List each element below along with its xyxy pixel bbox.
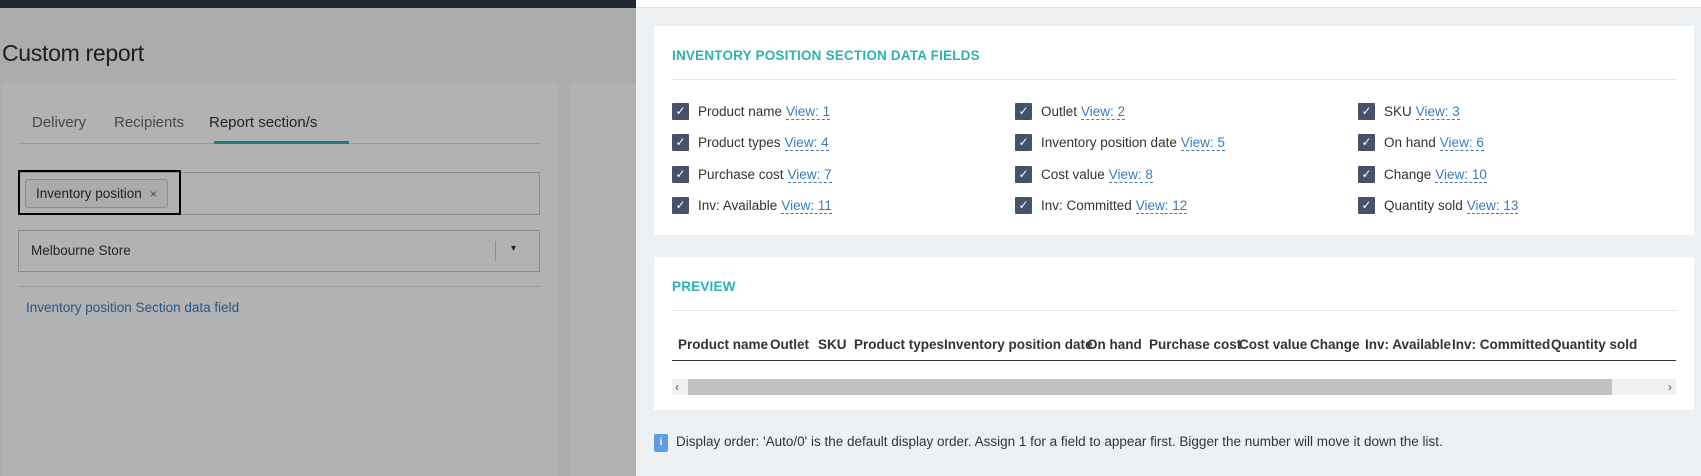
preview-column-header: Outlet: [770, 337, 809, 352]
data-field-label-wrap: Change View: 10: [1384, 167, 1487, 183]
data-fields-card: INVENTORY POSITION SECTION DATA FIELDS ✓…: [654, 26, 1694, 235]
preview-column-header: Inventory position date: [944, 337, 1093, 352]
info-icon: i: [654, 434, 668, 452]
display-order-link[interactable]: View: 8: [1108, 167, 1153, 183]
data-field-label: Outlet: [1041, 104, 1078, 119]
display-order-link[interactable]: View: 1: [786, 104, 831, 120]
modal-backdrop[interactable]: [0, 0, 636, 476]
data-field-label: SKU: [1384, 104, 1412, 119]
display-order-link[interactable]: View: 11: [781, 198, 832, 214]
display-order-link[interactable]: View: 7: [787, 167, 832, 183]
checkbox[interactable]: ✓: [1015, 134, 1032, 151]
preview-column-header: Quantity sold: [1551, 337, 1638, 352]
data-field-label-wrap: Inv: Committed View: 12: [1041, 198, 1188, 214]
display-order-link[interactable]: View: 3: [1415, 104, 1460, 120]
checkbox[interactable]: ✓: [1358, 197, 1375, 214]
preview-column-header: Change: [1310, 337, 1360, 352]
checkbox[interactable]: ✓: [1358, 103, 1375, 120]
panel-header-strip: [636, 0, 1701, 8]
display-order-link[interactable]: View: 12: [1135, 198, 1188, 214]
data-field-label-wrap: On hand View: 6: [1384, 135, 1484, 151]
data-field-label: Inv: Committed: [1041, 198, 1132, 213]
data-field-label-wrap: Product name View: 1: [698, 104, 831, 120]
preview-column-header: On hand: [1087, 337, 1142, 352]
scroll-left-icon[interactable]: ‹: [675, 379, 679, 395]
preview-column-header: Inv: Available: [1365, 337, 1452, 352]
checkbox[interactable]: ✓: [672, 166, 689, 183]
data-field-label-wrap: Cost value View: 8: [1041, 167, 1153, 183]
data-field-label-wrap: Inventory position date View: 5: [1041, 135, 1225, 151]
data-field-label-wrap: Purchase cost View: 7: [698, 167, 832, 183]
data-fields-title: INVENTORY POSITION SECTION DATA FIELDS: [672, 48, 980, 63]
display-order-link[interactable]: View: 2: [1081, 104, 1126, 120]
preview-column-header: Cost value: [1239, 337, 1308, 352]
checkbox[interactable]: ✓: [672, 197, 689, 214]
checkbox[interactable]: ✓: [672, 103, 689, 120]
data-field-label: Purchase cost: [698, 167, 784, 182]
checkbox[interactable]: ✓: [1015, 166, 1032, 183]
display-order-link[interactable]: View: 10: [1435, 167, 1487, 183]
checkbox[interactable]: ✓: [1358, 134, 1375, 151]
scrollbar-thumb[interactable]: [688, 379, 1612, 395]
checkbox[interactable]: ✓: [1015, 197, 1032, 214]
data-field-label: On hand: [1384, 135, 1436, 150]
data-field-label: Product types: [698, 135, 781, 150]
data-field-label-wrap: Product types View: 4: [698, 135, 829, 151]
preview-card: PREVIEW Product name Outlet SKU Product typ…: [654, 257, 1694, 410]
scroll-right-icon[interactable]: ›: [1668, 379, 1672, 395]
data-field-label: Inventory position date: [1041, 135, 1177, 150]
checkbox[interactable]: ✓: [1358, 166, 1375, 183]
preview-column-header: Product types: [854, 337, 945, 352]
preview-column-header: SKU: [818, 337, 847, 352]
data-field-label-wrap: Quantity sold View: 13: [1384, 198, 1519, 214]
data-field-label-wrap: Inv: Available View: 11: [698, 198, 832, 214]
title-divider: [672, 310, 1676, 311]
preview-column-header: Inv: Committed: [1452, 337, 1551, 352]
checkbox[interactable]: ✓: [1015, 103, 1032, 120]
preview-column-header: Purchase cost: [1149, 337, 1242, 352]
preview-table-header: Product name Outlet SKU Product types Invent…: [672, 333, 1676, 361]
data-field-label: Change: [1384, 167, 1432, 182]
data-field-label: Inv: Available: [698, 198, 778, 213]
display-order-link[interactable]: View: 5: [1180, 135, 1225, 151]
preview-title: PREVIEW: [672, 279, 736, 294]
data-field-label: Quantity sold: [1384, 198, 1463, 213]
checkbox[interactable]: ✓: [672, 134, 689, 151]
preview-column-header: Product name: [678, 337, 769, 352]
display-order-link[interactable]: View: 13: [1466, 198, 1519, 214]
display-order-link[interactable]: View: 6: [1439, 135, 1484, 151]
data-field-label-wrap: SKU View: 3: [1384, 104, 1460, 120]
display-order-text: Display order: 'Auto/0' is the default d…: [676, 434, 1443, 449]
display-order-link[interactable]: View: 4: [784, 135, 829, 151]
horizontal-scrollbar[interactable]: ‹ ›: [672, 379, 1676, 395]
data-field-label: Product name: [698, 104, 783, 119]
title-divider: [672, 79, 1676, 80]
data-field-label: Cost value: [1041, 167, 1105, 182]
section-data-fields-panel: INVENTORY POSITION SECTION DATA FIELDS ✓…: [636, 0, 1701, 476]
data-field-label-wrap: Outlet View: 2: [1041, 104, 1126, 120]
